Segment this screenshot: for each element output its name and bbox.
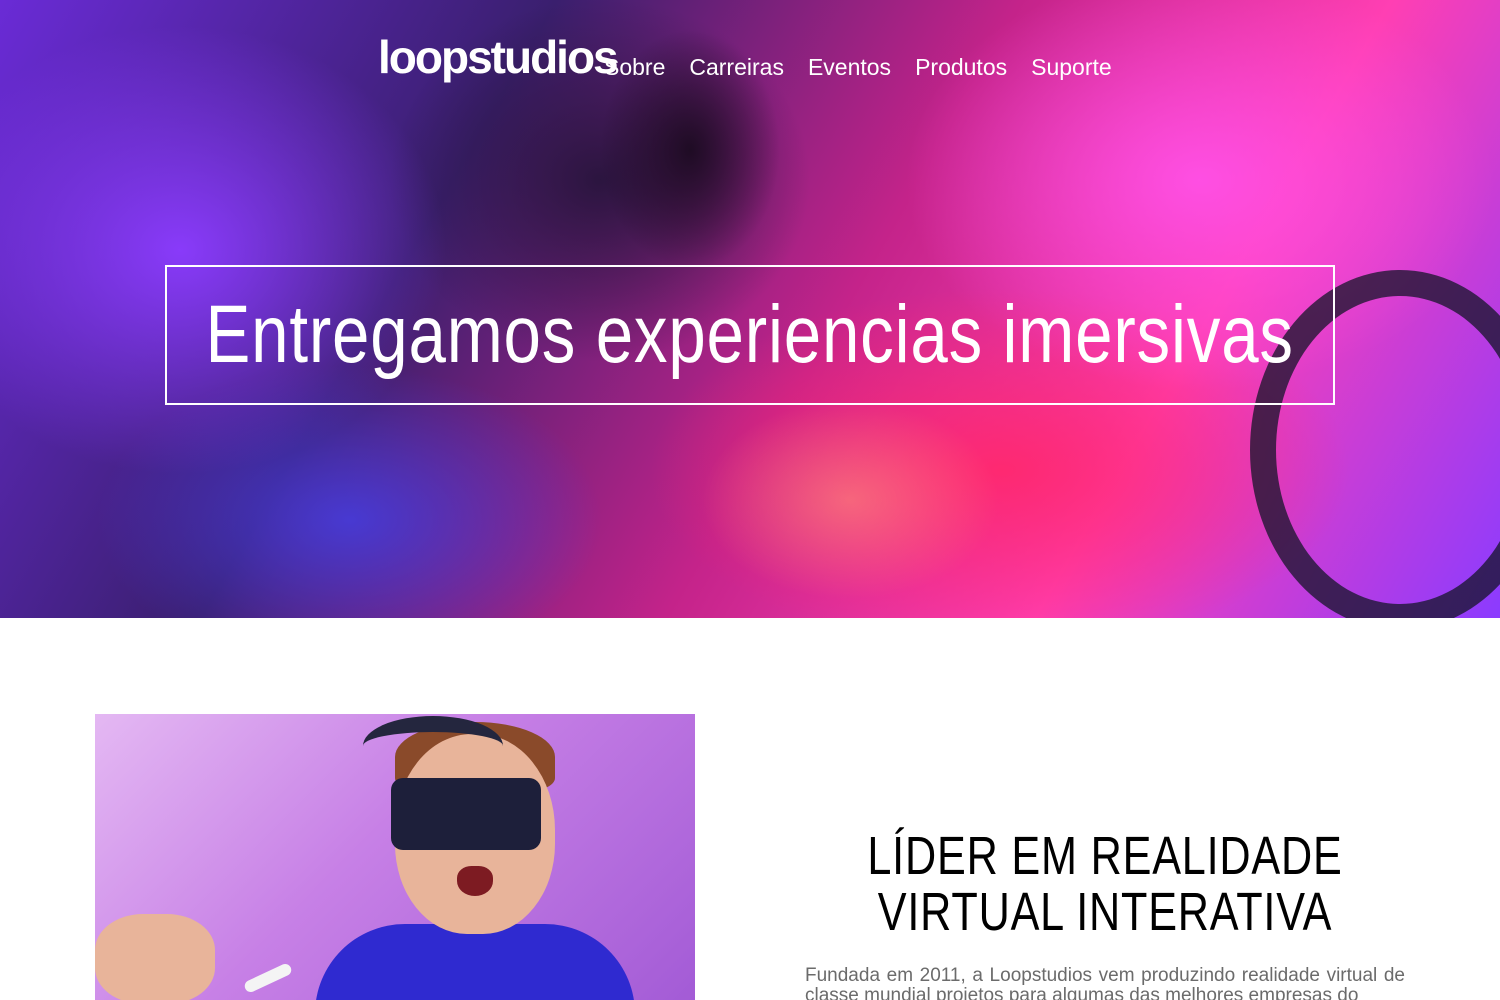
photo-wristband	[242, 961, 294, 995]
hero-background-glow	[700, 400, 1000, 600]
photo-headset-strap	[363, 716, 503, 776]
photo-mouth	[457, 866, 493, 896]
nav-link-carreiras[interactable]: Carreiras	[689, 52, 784, 82]
about-title: LÍDER EM REALIDADE VIRTUAL INTERATIVA	[867, 826, 1343, 942]
main-nav: Sobre Carreiras Eventos Produtos Suporte	[604, 52, 1112, 82]
logo[interactable]: loopstudios	[378, 30, 619, 84]
vr-headset-photo	[95, 714, 695, 1000]
nav-link-sobre[interactable]: Sobre	[604, 52, 665, 82]
hero-title: Entregamos experiencias imersivas	[205, 289, 1295, 380]
photo-hand	[95, 914, 215, 1000]
nav-link-suporte[interactable]: Suporte	[1031, 52, 1112, 82]
about-text: Fundada em 2011, a Loopstudios vem produ…	[805, 966, 1405, 1000]
vr-headset-icon	[391, 778, 541, 850]
nav-link-eventos[interactable]: Eventos	[808, 52, 891, 82]
photo-shirt	[315, 924, 635, 1000]
hero-title-box: Entregamos experiencias imersivas	[165, 265, 1335, 405]
hero-section: loopstudios Sobre Carreiras Eventos Prod…	[0, 0, 1500, 618]
nav-link-produtos[interactable]: Produtos	[915, 52, 1007, 82]
